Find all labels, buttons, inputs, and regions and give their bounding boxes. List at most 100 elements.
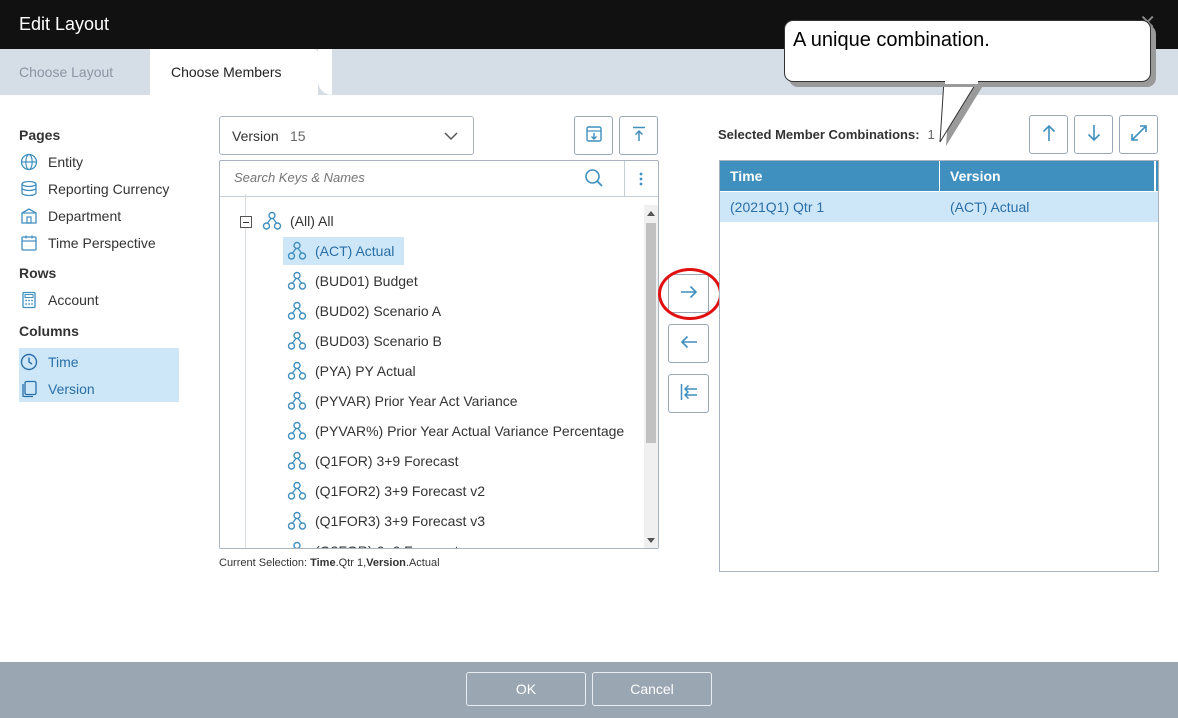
tab-curve [318, 49, 332, 95]
ok-button[interactable]: OK [466, 672, 586, 706]
hierarchy-icon [287, 481, 307, 501]
calculator-icon [19, 290, 39, 310]
grid-header-divider [939, 161, 940, 191]
table-row[interactable]: (2021Q1) Qtr 1 (ACT) Actual [720, 192, 1158, 222]
tree-node-label: (Q1FOR2) 3+9 Forecast v2 [315, 483, 486, 499]
download-members-button[interactable] [574, 116, 613, 155]
tree-member-node[interactable]: (PYVAR) Prior Year Act Variance [283, 386, 528, 416]
tree-member-node[interactable]: (BUD01) Budget [283, 266, 428, 296]
hierarchy-icon [262, 211, 282, 231]
tree-node-label: (Q1FOR) 3+9 Forecast [315, 453, 459, 469]
dim-item-version[interactable]: Version [19, 375, 179, 402]
tab-choose-members[interactable]: Choose Members [150, 49, 318, 95]
dim-item-account[interactable]: Account [19, 286, 179, 313]
current-selection-dim1: Time [310, 557, 336, 569]
move-down-button[interactable] [1074, 115, 1113, 154]
dimension-select[interactable]: Version 15 [219, 116, 474, 155]
dim-item-label: Entity [48, 153, 84, 170]
grid-cell-time: (2021Q1) Qtr 1 [730, 199, 825, 215]
selected-combinations-grid: Time Version (2021Q1) Qtr 1 (ACT) Actual [719, 160, 1159, 572]
tab-choose-layout[interactable]: Choose Layout [19, 49, 113, 95]
scroll-up-icon[interactable] [647, 211, 655, 216]
arrow-left-icon [679, 334, 699, 353]
hierarchy-icon [287, 271, 307, 291]
dialog-footer: OK Cancel [0, 662, 1178, 718]
tree-member-node[interactable]: (PYA) PY Actual [283, 356, 426, 386]
cancel-button[interactable]: Cancel [592, 672, 712, 706]
columns-heading: Columns [19, 323, 79, 339]
search-input[interactable] [234, 170, 574, 185]
search-bar [220, 161, 658, 197]
dim-item-time[interactable]: Time [19, 348, 179, 375]
tree-root-node[interactable]: (All) All [258, 206, 344, 236]
more-options-icon[interactable] [634, 169, 648, 192]
annotation-circle [658, 268, 722, 320]
grid-header: Time Version [720, 161, 1158, 191]
collapse-node-icon[interactable] [240, 216, 252, 228]
callout-tail [939, 80, 984, 146]
coins-icon [19, 179, 39, 199]
grid-header-time[interactable]: Time [730, 168, 762, 184]
tree-node-label: (All) All [290, 213, 334, 229]
hierarchy-icon [287, 301, 307, 321]
callout-box: A unique combination. [784, 20, 1151, 82]
layout-dimension-list: Pages Entity Reporting Currency Departme… [19, 125, 179, 402]
dimension-select-label: Version [232, 128, 279, 144]
dim-item-label: Time [48, 353, 79, 370]
tree-node-label: (PYA) PY Actual [315, 363, 416, 379]
dim-item-label: Department [48, 207, 122, 224]
tree-member-node[interactable]: (ACT) Actual [283, 236, 405, 266]
current-selection-val1: .Qtr 1, [335, 557, 367, 569]
copy-icon [19, 379, 39, 399]
tree-member-node[interactable]: (Q1FOR3) 3+9 Forecast v3 [283, 506, 495, 536]
dim-item-department[interactable]: Department [19, 202, 179, 229]
tree-member-node[interactable]: (BUD02) Scenario A [283, 296, 451, 326]
tree-member-node[interactable]: (BUD03) Scenario B [283, 326, 452, 356]
hierarchy-icon [287, 511, 307, 531]
current-selection: Current Selection: Time.Qtr 1,Version.Ac… [219, 557, 440, 569]
current-selection-val2: .Actual [405, 557, 440, 569]
grid-cell-version: (ACT) Actual [950, 199, 1030, 215]
tree-member-node[interactable]: (Q2FOR) 6+6 Forecast [283, 536, 469, 548]
dimension-select-count: 15 [290, 128, 306, 144]
globe-icon [19, 152, 39, 172]
dim-item-reporting-currency[interactable]: Reporting Currency [19, 175, 179, 202]
current-selection-prefix: Current Selection: [219, 557, 311, 569]
callout-tail-mask [945, 78, 978, 84]
grid-header-divider [1154, 161, 1156, 191]
tree-member-node[interactable]: (Q1FOR) 3+9 Forecast [283, 446, 469, 476]
arrow-left-all-icon [679, 382, 699, 405]
dim-item-label: Time Perspective [48, 234, 156, 251]
building-icon [19, 206, 39, 226]
tree-node-label: (ACT) Actual [315, 243, 395, 259]
dim-item-time-perspective[interactable]: Time Perspective [19, 229, 179, 256]
hierarchy-icon [287, 451, 307, 471]
rows-heading: Rows [19, 265, 57, 281]
hierarchy-icon [287, 361, 307, 381]
grid-header-version[interactable]: Version [950, 168, 1001, 184]
move-up-button[interactable] [1029, 115, 1068, 154]
remove-all-button[interactable] [668, 374, 709, 413]
remove-member-button[interactable] [668, 324, 709, 363]
search-divider [624, 161, 625, 197]
scroll-down-icon[interactable] [647, 538, 655, 543]
dim-item-entity[interactable]: Entity [19, 148, 179, 175]
tree-node-label: (PYVAR%) Prior Year Actual Variance Perc… [315, 423, 625, 439]
expand-icon [1129, 123, 1149, 146]
tree-member-node[interactable]: (Q1FOR2) 3+9 Forecast v2 [283, 476, 495, 506]
tree-node-label: (BUD02) Scenario A [315, 303, 442, 319]
dim-item-label: Account [48, 291, 99, 308]
expand-button[interactable] [1119, 115, 1158, 154]
tree-node-label: (Q1FOR3) 3+9 Forecast v3 [315, 513, 486, 529]
current-selection-dim2: Version [366, 557, 406, 569]
search-icon[interactable] [584, 168, 604, 191]
chevron-down-icon [443, 129, 459, 146]
scroll-thumb[interactable] [646, 223, 656, 443]
hierarchy-icon [287, 421, 307, 441]
collapse-to-top-button[interactable] [619, 116, 658, 155]
tree-scrollbar[interactable] [644, 205, 658, 548]
dim-item-label: Version [48, 380, 95, 397]
dialog-title: Edit Layout [19, 14, 110, 34]
calendar-icon [19, 233, 39, 253]
tree-member-node[interactable]: (PYVAR%) Prior Year Actual Variance Perc… [283, 416, 634, 446]
